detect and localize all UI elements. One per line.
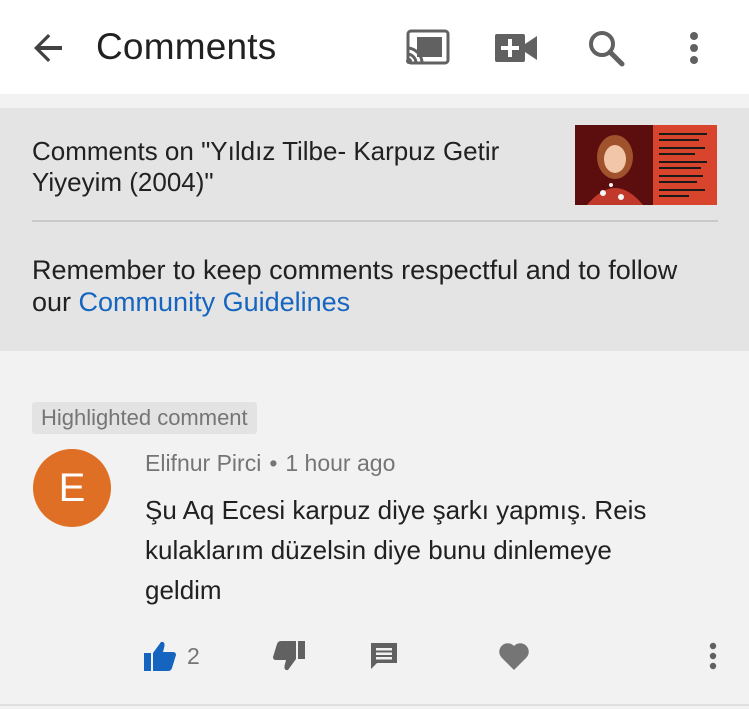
reply-button[interactable] bbox=[368, 636, 400, 676]
divider-bottom bbox=[0, 704, 749, 706]
thumbs-down-icon bbox=[273, 641, 305, 671]
cast-icon[interactable] bbox=[404, 26, 452, 70]
comment-reply-icon bbox=[371, 643, 397, 669]
back-arrow-icon[interactable] bbox=[28, 28, 68, 68]
avatar-letter: E bbox=[58, 465, 86, 510]
page-title: Comments bbox=[96, 26, 277, 67]
like-button[interactable] bbox=[143, 636, 177, 676]
comment-time: 1 hour ago bbox=[285, 450, 396, 476]
meta-separator: • bbox=[269, 450, 278, 476]
avatar[interactable]: E bbox=[33, 449, 111, 527]
highlighted-comment-badge: Highlighted comment bbox=[32, 402, 257, 434]
comment-text: Şu Aq Ecesi karpuz diye şarkı yapmış. Re… bbox=[145, 495, 647, 605]
search-icon[interactable] bbox=[582, 26, 630, 70]
comment-more-icon[interactable] bbox=[703, 636, 723, 676]
app-bar: Comments bbox=[0, 0, 749, 94]
comment-author[interactable]: Elifnur Pirci bbox=[145, 450, 261, 476]
divider bbox=[32, 220, 718, 222]
video-thumbnail[interactable] bbox=[575, 125, 717, 205]
comment-meta: Elifnur Pirci • 1 hour ago bbox=[145, 450, 395, 477]
video-title: Comments on "Yıldız Tilbe- Karpuz Getir … bbox=[32, 136, 500, 197]
more-vertical-icon[interactable] bbox=[670, 26, 718, 70]
community-guidelines-link[interactable]: Community Guidelines bbox=[79, 287, 351, 317]
dislike-button[interactable] bbox=[272, 636, 306, 676]
heart-button[interactable] bbox=[498, 636, 530, 676]
video-info-panel: Comments on "Yıldız Tilbe- Karpuz Getir … bbox=[0, 108, 749, 351]
video-camera-add-icon[interactable] bbox=[492, 26, 540, 70]
community-guidelines-notice: Remember to keep comments respectful and… bbox=[32, 254, 722, 318]
like-count: 2 bbox=[187, 643, 200, 669]
thumbs-up-icon bbox=[144, 641, 176, 671]
heart-icon bbox=[499, 643, 529, 670]
